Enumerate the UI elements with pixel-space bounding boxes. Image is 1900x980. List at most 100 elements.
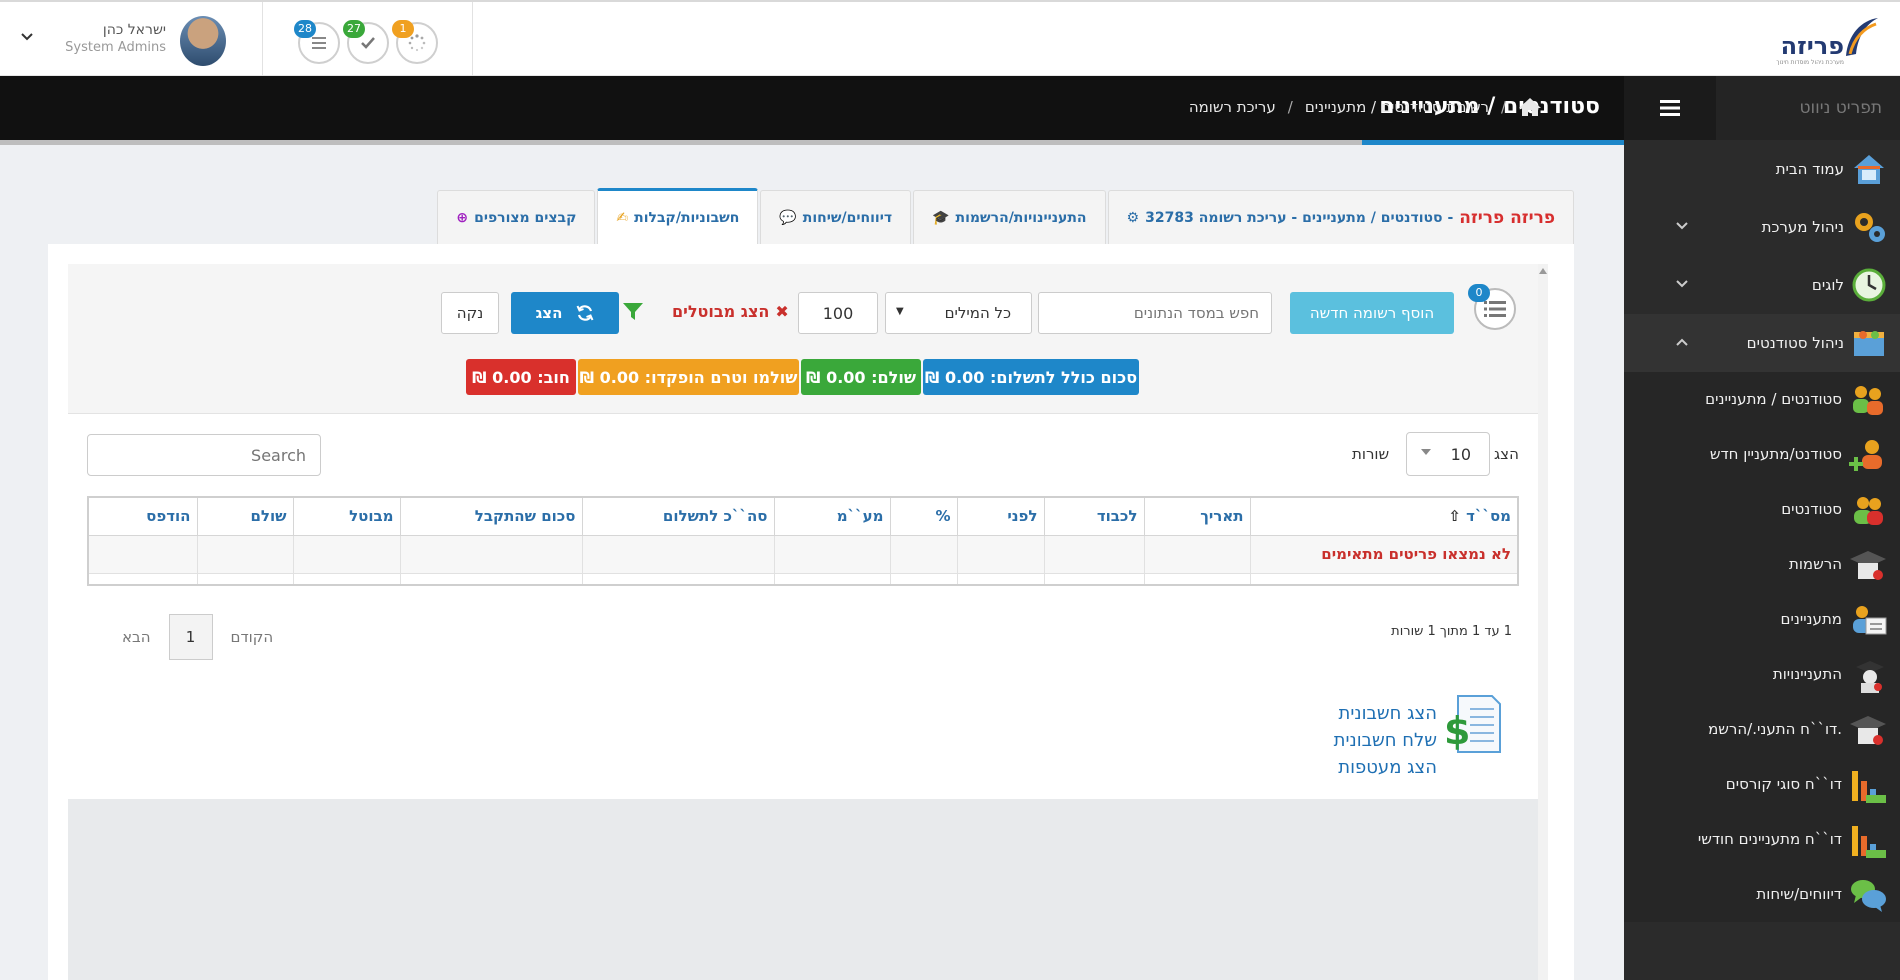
scroll-up-icon[interactable] bbox=[1539, 268, 1547, 274]
add-record-button[interactable]: הוסף רשומה חדשה bbox=[1290, 292, 1454, 334]
tab-conversations[interactable]: 💬 דיווחים/שיחות bbox=[760, 190, 912, 244]
pending-badge: 1 bbox=[392, 20, 414, 38]
avatar[interactable] bbox=[180, 16, 226, 66]
breadcrumb-item-list[interactable]: רשימת סטודנטים / מתעניינים bbox=[1305, 98, 1489, 116]
column-header-to[interactable]: לכבוד bbox=[1043, 496, 1145, 536]
chevron-down-icon[interactable] bbox=[20, 30, 34, 44]
gears-icon: ⚙ bbox=[1126, 209, 1140, 226]
list-view-button[interactable]: 0 bbox=[1468, 284, 1516, 330]
breadcrumb: / רשימת סטודנטים / מתעניינים / עריכת רשו… bbox=[1189, 97, 1542, 117]
table-cell bbox=[87, 572, 198, 586]
tab-label: דיווחים/שיחות bbox=[802, 209, 893, 226]
done-notification[interactable]: 27 bbox=[343, 20, 389, 64]
show-cancelled-label: הצג מבוטלים bbox=[672, 302, 770, 321]
sidebar-item-label: ניהול מערכת bbox=[1761, 218, 1844, 236]
tab-interests-registrations[interactable]: 🎓 התעניינויות/הרשמות bbox=[913, 190, 1106, 244]
column-header-vat[interactable]: מע``מ bbox=[773, 496, 891, 536]
table-cell bbox=[399, 572, 583, 586]
table-header-row: מס``ד ⇧ תאריך לכבוד לפני % מע``מ סה``כ ל… bbox=[87, 496, 1519, 536]
tab-invoices[interactable]: ✍ חשבוניות/קבלות bbox=[597, 188, 759, 244]
total-due-badge: סכום כולל לתשלום: 0.00 ₪ bbox=[923, 359, 1139, 395]
sidebar-subitem-label: סטודנטים / מתעניינים bbox=[1705, 390, 1842, 408]
sidebar-item-students[interactable]: ניהול סטודנטים bbox=[1624, 314, 1900, 372]
table-summary: 1 עד 1 מתוך 1 שורות bbox=[1391, 624, 1512, 639]
sidebar-header: תפריט ניווט bbox=[1624, 76, 1900, 140]
column-header-percent[interactable]: % bbox=[889, 496, 958, 536]
filter-icon[interactable] bbox=[622, 302, 644, 322]
graduation-report-icon bbox=[1850, 716, 1886, 745]
current-page-button[interactable]: 1 bbox=[168, 614, 213, 660]
sidebar-item-home[interactable]: עמוד הבית bbox=[1624, 140, 1900, 198]
column-header-before[interactable]: לפני bbox=[956, 496, 1045, 536]
title-accent-bar bbox=[1362, 140, 1624, 145]
chevron-down-icon bbox=[1676, 222, 1688, 230]
clear-button[interactable]: נקה bbox=[441, 292, 499, 334]
chevron-up-icon bbox=[1676, 338, 1688, 346]
table-cell bbox=[292, 534, 401, 574]
user-name: ישראל כהן bbox=[102, 22, 166, 38]
logo[interactable]: פריזה מערכת ניהול מוסדות חינוך bbox=[1770, 14, 1880, 66]
sidebar-subitem-conversations[interactable]: דיווחים/שיחות bbox=[1624, 867, 1900, 922]
sidebar-subitem-label: סטודנט/מתעניין חדש bbox=[1709, 445, 1842, 463]
sort-arrow-icon: ⇧ bbox=[1448, 507, 1461, 526]
column-header-date[interactable]: תאריך bbox=[1143, 496, 1251, 536]
column-header-id[interactable]: מס``ד ⇧ bbox=[1249, 496, 1519, 536]
database-search-input[interactable] bbox=[1038, 292, 1272, 334]
id-card-icon bbox=[1853, 606, 1887, 635]
user-role: System Admins bbox=[65, 40, 166, 55]
sidebar-subitem-interest-report[interactable]: דו``ח התעני./הרשמ. bbox=[1624, 702, 1900, 757]
record-tabs: ⚙ סטודנטים / מתעניינים - עריכת רשומה 327… bbox=[437, 188, 1574, 244]
pending-notification[interactable]: 1 bbox=[392, 20, 438, 64]
sidebar-subitem-interests[interactable]: התעניינויות bbox=[1624, 647, 1900, 702]
table-row bbox=[87, 572, 1519, 586]
clock-icon bbox=[1852, 268, 1886, 302]
sidebar-subitem-leads[interactable]: מתעניינים bbox=[1624, 592, 1900, 647]
sidebar-item-logs[interactable]: לוגים bbox=[1624, 256, 1900, 314]
sidebar-subitem-registrations[interactable]: הרשמות bbox=[1624, 537, 1900, 592]
table-search-input[interactable] bbox=[87, 434, 321, 476]
sidebar-item-label: לוגים bbox=[1811, 276, 1844, 294]
previous-page-button[interactable]: הקודם bbox=[213, 628, 292, 646]
sidebar-item-system[interactable]: ניהול מערכת bbox=[1624, 198, 1900, 256]
tab-record-details[interactable]: ⚙ סטודנטים / מתעניינים - עריכת רשומה 327… bbox=[1107, 190, 1574, 244]
list-icon bbox=[312, 37, 326, 49]
show-cancelled-button[interactable]: הצג מבוטלים ✖ bbox=[672, 302, 789, 321]
sidebar-subitem-label: הרשמות bbox=[1788, 555, 1842, 573]
show-envelopes-link[interactable]: הצג מעטפות bbox=[1334, 754, 1437, 781]
undeposited-badge: שולמו וטרם הופקדו: 0.00 ₪ bbox=[578, 359, 799, 395]
home-icon[interactable] bbox=[1518, 97, 1542, 117]
sidebar-subitem-students-leads[interactable]: סטודנטים / מתעניינים bbox=[1624, 372, 1900, 427]
sidebar-subitem-monthly-report[interactable]: דו``ח מתעניינים חודשי bbox=[1624, 812, 1900, 867]
header-divider bbox=[262, 2, 263, 76]
tab-record-name: פריזה פריזה bbox=[1459, 207, 1555, 228]
column-header-paid[interactable]: שולם bbox=[196, 496, 294, 536]
column-header-total-due[interactable]: סה``כ לתשלום bbox=[581, 496, 775, 536]
menu-toggle-button[interactable] bbox=[1624, 76, 1716, 140]
vertical-scrollbar[interactable] bbox=[1538, 264, 1548, 980]
tab-attachments[interactable]: ⊕ קבצים מצורפים bbox=[437, 190, 596, 244]
search-mode-select[interactable]: כל המילים ▼ bbox=[885, 292, 1032, 334]
bar-chart-icon bbox=[1852, 771, 1886, 803]
show-button[interactable]: הצג bbox=[511, 292, 619, 334]
show-invoice-link[interactable]: הצג חשבונית bbox=[1334, 700, 1437, 727]
send-invoice-link[interactable]: שלח חשבונית bbox=[1334, 727, 1437, 754]
user-info[interactable]: ישראל כהן System Admins bbox=[60, 22, 166, 55]
done-badge: 27 bbox=[343, 20, 365, 38]
sidebar-subitem-course-report[interactable]: דו``ח סוגי קורסים bbox=[1624, 757, 1900, 812]
graduate-icon bbox=[1856, 661, 1884, 693]
debt-badge: חוב: 0.00 ₪ bbox=[466, 359, 576, 395]
graduation-cap-icon bbox=[1850, 551, 1886, 580]
page-size-select[interactable]: 10 bbox=[1406, 432, 1490, 476]
table-cell bbox=[956, 572, 1045, 586]
sidebar-subitem-students[interactable]: סטודנטים bbox=[1624, 482, 1900, 537]
column-header-cancelled[interactable]: מבוטל bbox=[292, 496, 401, 536]
logo-swoosh-icon bbox=[1846, 18, 1878, 56]
record-count-input[interactable] bbox=[798, 292, 878, 334]
tasks-notification[interactable]: 28 bbox=[294, 20, 340, 64]
next-page-button[interactable]: הבא bbox=[104, 628, 169, 646]
search-mode-value: כל המילים bbox=[944, 304, 1011, 322]
close-icon: ✖ bbox=[775, 302, 789, 321]
column-header-received[interactable]: סכום שהתקבל bbox=[399, 496, 583, 536]
column-header-printed[interactable]: הודפס bbox=[87, 496, 198, 536]
sidebar-subitem-new-student[interactable]: סטודנט/מתעניין חדש bbox=[1624, 427, 1900, 482]
